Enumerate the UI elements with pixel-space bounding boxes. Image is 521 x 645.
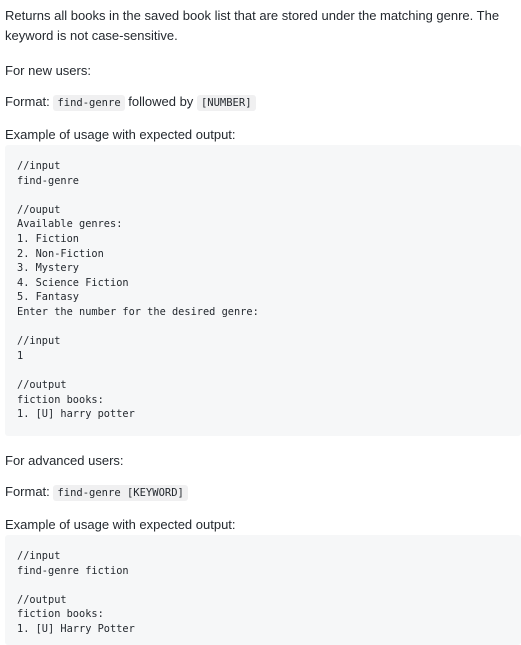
code-line: 1. Fiction — [17, 232, 79, 245]
format-middle-text: followed by — [128, 94, 194, 109]
code-line: //input — [17, 550, 61, 562]
code-line: find-genre — [17, 174, 79, 187]
code-line: //input — [17, 160, 61, 172]
format-command-code: find-genre — [53, 95, 125, 111]
code-line: 5. Fantasy — [17, 291, 79, 304]
code-line: Enter the number for the desired genre: — [17, 305, 259, 318]
code-line: find-genre fiction — [17, 564, 129, 577]
code-line: //ouput — [17, 203, 61, 216]
new-users-code-block: //input find-genre //ouput Available genres… — [5, 145, 521, 436]
advanced-users-example-label: Example of usage with expected output: — [5, 517, 236, 532]
code-line: //output — [17, 593, 67, 606]
intro-paragraph: Returns all books in the saved book list… — [5, 8, 500, 43]
new-users-example-label: Example of usage with expected output: — [5, 127, 236, 142]
code-line: 2. Non-Fiction — [17, 247, 104, 260]
code-line: 4. Science Fiction — [17, 276, 129, 289]
format-label: Format: — [5, 484, 50, 499]
code-line: 1. [U] Harry Potter — [17, 622, 135, 635]
code-line: 3. Mystery — [17, 262, 79, 275]
document-page: Returns all books in the saved book list… — [5, 0, 521, 645]
code-line: //input — [17, 335, 61, 348]
code-line: 1 — [17, 349, 24, 362]
code-line: Available genres: — [17, 218, 123, 231]
new-users-format-line: Format: find-genre followed by [NUMBER] — [5, 92, 521, 113]
advanced-users-code-block: //input find-genre fiction //output fiction… — [5, 535, 521, 645]
code-line: fiction books: — [17, 393, 104, 406]
code-line: 1. [U] harry potter — [17, 408, 135, 421]
code-line: fiction books: — [17, 608, 104, 621]
advanced-users-heading: For advanced users: — [5, 453, 124, 468]
code-line: //output — [17, 378, 67, 391]
format-command-code: find-genre [KEYWORD] — [53, 485, 188, 501]
format-label: Format: — [5, 94, 50, 109]
new-users-heading: For new users: — [5, 63, 91, 78]
format-arg-code: [NUMBER] — [196, 95, 256, 111]
advanced-users-format-line: Format: find-genre [KEYWORD] — [5, 482, 521, 503]
